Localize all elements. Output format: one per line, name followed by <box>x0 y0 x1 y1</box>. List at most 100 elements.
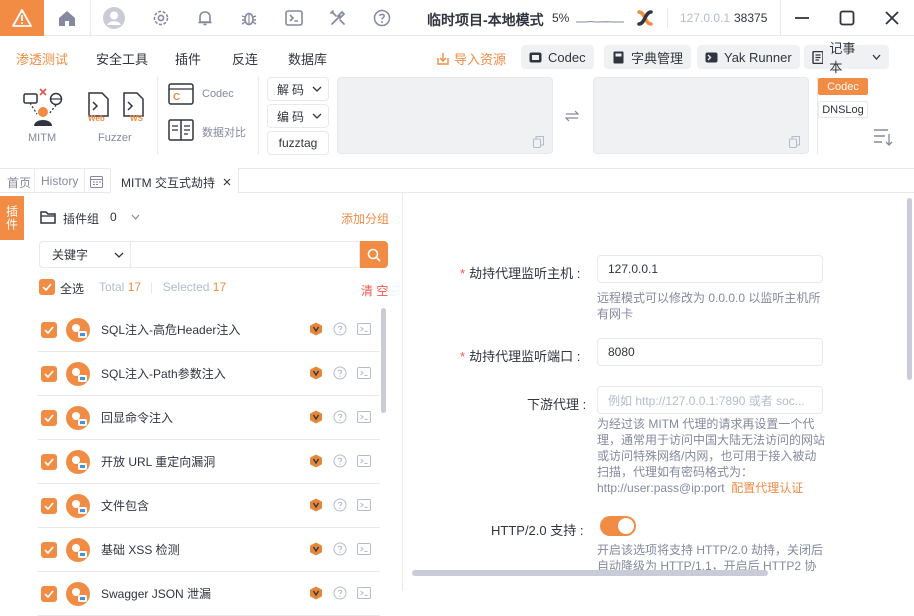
close-icon[interactable] <box>882 8 902 28</box>
plugin-checkbox[interactable] <box>41 498 57 514</box>
fuzztag-button[interactable]: fuzztag <box>267 131 329 155</box>
plugin-name: 开放 URL 重定向漏洞 <box>101 455 216 469</box>
bug-icon[interactable] <box>238 7 260 29</box>
menu-database[interactable]: 数据库 <box>288 49 327 68</box>
terminal-icon[interactable] <box>283 7 305 29</box>
import-icon <box>437 52 449 65</box>
menu-security-tools[interactable]: 安全工具 <box>96 49 148 68</box>
plugin-row[interactable]: SQL注入-Path参数注入 <box>38 352 380 396</box>
tab-mitm[interactable]: MITM 交互式劫持 <box>111 168 238 193</box>
terminal-icon[interactable] <box>357 586 371 600</box>
terminal-icon[interactable] <box>357 542 371 556</box>
help-icon[interactable] <box>333 542 347 556</box>
yak-badge-icon <box>310 366 322 380</box>
plugin-row[interactable]: 开放 URL 重定向漏洞 <box>38 440 380 484</box>
plugin-search-input[interactable] <box>130 241 360 268</box>
downstream-proxy-input[interactable]: 例如 http://127.0.0.1:7890 或者 soc... <box>597 386 823 414</box>
help-icon[interactable] <box>333 586 347 600</box>
plugin-checkbox[interactable] <box>41 542 57 558</box>
data-compare-button[interactable] <box>168 119 194 141</box>
plugin-row[interactable]: 回显命令注入 <box>38 396 380 440</box>
sort-menu-icon[interactable] <box>873 128 893 149</box>
encode-select[interactable]: 编码 <box>267 104 329 128</box>
plugin-list-scrollbar[interactable] <box>381 308 386 413</box>
host-input[interactable]: 127.0.0.1 <box>597 255 823 283</box>
web-fuzzer-button[interactable]: Web <box>87 92 111 123</box>
engine-link-icon[interactable] <box>634 7 656 29</box>
plugin-row[interactable]: Swagger JSON 泄漏 <box>38 572 380 616</box>
plugin-avatar <box>66 538 90 562</box>
help-icon[interactable] <box>333 498 347 512</box>
chevron-down-icon <box>872 54 881 60</box>
minimize-icon[interactable] <box>792 8 812 28</box>
import-resources-button[interactable]: 导入资源 <box>436 49 506 68</box>
plugin-checkbox[interactable] <box>41 322 57 338</box>
clear-button[interactable]: 清 空 <box>361 282 388 299</box>
terminal-icon[interactable] <box>357 322 371 336</box>
vertical-scrollbar[interactable] <box>907 198 912 380</box>
terminal-icon[interactable] <box>357 498 371 512</box>
plugin-row[interactable]: SQL注入-高危Header注入 <box>38 308 380 352</box>
http2-toggle[interactable] <box>600 516 636 536</box>
terminal-icon[interactable] <box>357 410 371 424</box>
plugin-checkbox[interactable] <box>41 366 57 382</box>
calendar-icon[interactable] <box>90 175 103 188</box>
swap-icon[interactable] <box>564 110 580 125</box>
check-icon <box>44 458 54 466</box>
proxy-auth-link[interactable]: 配置代理认证 <box>731 481 803 495</box>
help-icon[interactable] <box>333 410 347 424</box>
codec-output-textarea[interactable] <box>593 77 809 154</box>
mitm-tool-button[interactable] <box>22 88 64 128</box>
help-icon[interactable] <box>333 454 347 468</box>
terminal-icon[interactable] <box>357 366 371 380</box>
warning-button[interactable] <box>0 0 44 36</box>
codec-input-textarea[interactable] <box>337 77 553 154</box>
plugin-checkbox[interactable] <box>41 454 57 470</box>
tools-icon[interactable] <box>327 7 349 29</box>
help-icon[interactable] <box>371 7 393 29</box>
ws-fuzzer-button[interactable]: WS <box>122 92 146 123</box>
search-button[interactable] <box>360 241 388 268</box>
plugin-checkbox[interactable] <box>41 586 57 602</box>
codec-tool-button[interactable]: C <box>168 83 194 107</box>
terminal-icon[interactable] <box>357 454 371 468</box>
side-plugin-tab[interactable]: 插件 <box>0 196 24 240</box>
yak-badge-icon <box>310 586 322 600</box>
plugin-avatar <box>66 450 90 474</box>
folder-icon <box>40 211 56 224</box>
plugin-checkbox[interactable] <box>41 410 57 426</box>
search-type-select[interactable]: 关键字 <box>39 241 131 268</box>
maximize-icon[interactable] <box>837 8 857 28</box>
horizontal-scrollbar[interactable] <box>412 570 768 576</box>
plugin-avatar <box>66 406 90 430</box>
add-group-link[interactable]: 添加分组 <box>341 210 389 227</box>
copy-icon[interactable] <box>533 136 544 148</box>
select-all-checkbox[interactable] <box>39 279 55 295</box>
port-input[interactable]: 8080 <box>597 338 823 366</box>
dict-manage-button[interactable]: 字典管理 <box>604 45 692 69</box>
notebook-button[interactable]: 记事本 <box>804 41 889 75</box>
close-tab-icon[interactable] <box>223 178 231 186</box>
chevron-down-icon[interactable] <box>131 214 140 220</box>
plugin-avatar <box>66 362 90 386</box>
menu-pentest[interactable]: 渗透测试 <box>16 49 68 68</box>
tab-home[interactable]: 首页 <box>7 174 31 191</box>
side-dnslog-tab[interactable]: DNSLog <box>818 101 868 118</box>
decode-select[interactable]: 解码 <box>267 77 329 101</box>
home-icon[interactable] <box>56 7 78 29</box>
codec-button[interactable]: Codec <box>521 45 594 69</box>
plugin-row[interactable]: 文件包含 <box>38 484 380 528</box>
yak-runner-button[interactable]: Yak Runner <box>697 45 800 69</box>
tab-history[interactable]: History <box>41 174 78 188</box>
plugin-row[interactable]: 基础 XSS 检测 <box>38 528 380 572</box>
side-codec-tab[interactable]: Codec <box>818 78 868 95</box>
mitm-label: MITM <box>28 132 57 144</box>
avatar[interactable] <box>103 7 125 29</box>
menu-reverse[interactable]: 反连 <box>232 49 258 68</box>
menu-plugins[interactable]: 插件 <box>175 49 201 68</box>
copy-icon[interactable] <box>789 136 800 148</box>
notification-bell-icon[interactable] <box>194 7 216 29</box>
settings-gear-icon[interactable] <box>150 7 172 29</box>
help-icon[interactable] <box>333 366 347 380</box>
help-icon[interactable] <box>333 322 347 336</box>
